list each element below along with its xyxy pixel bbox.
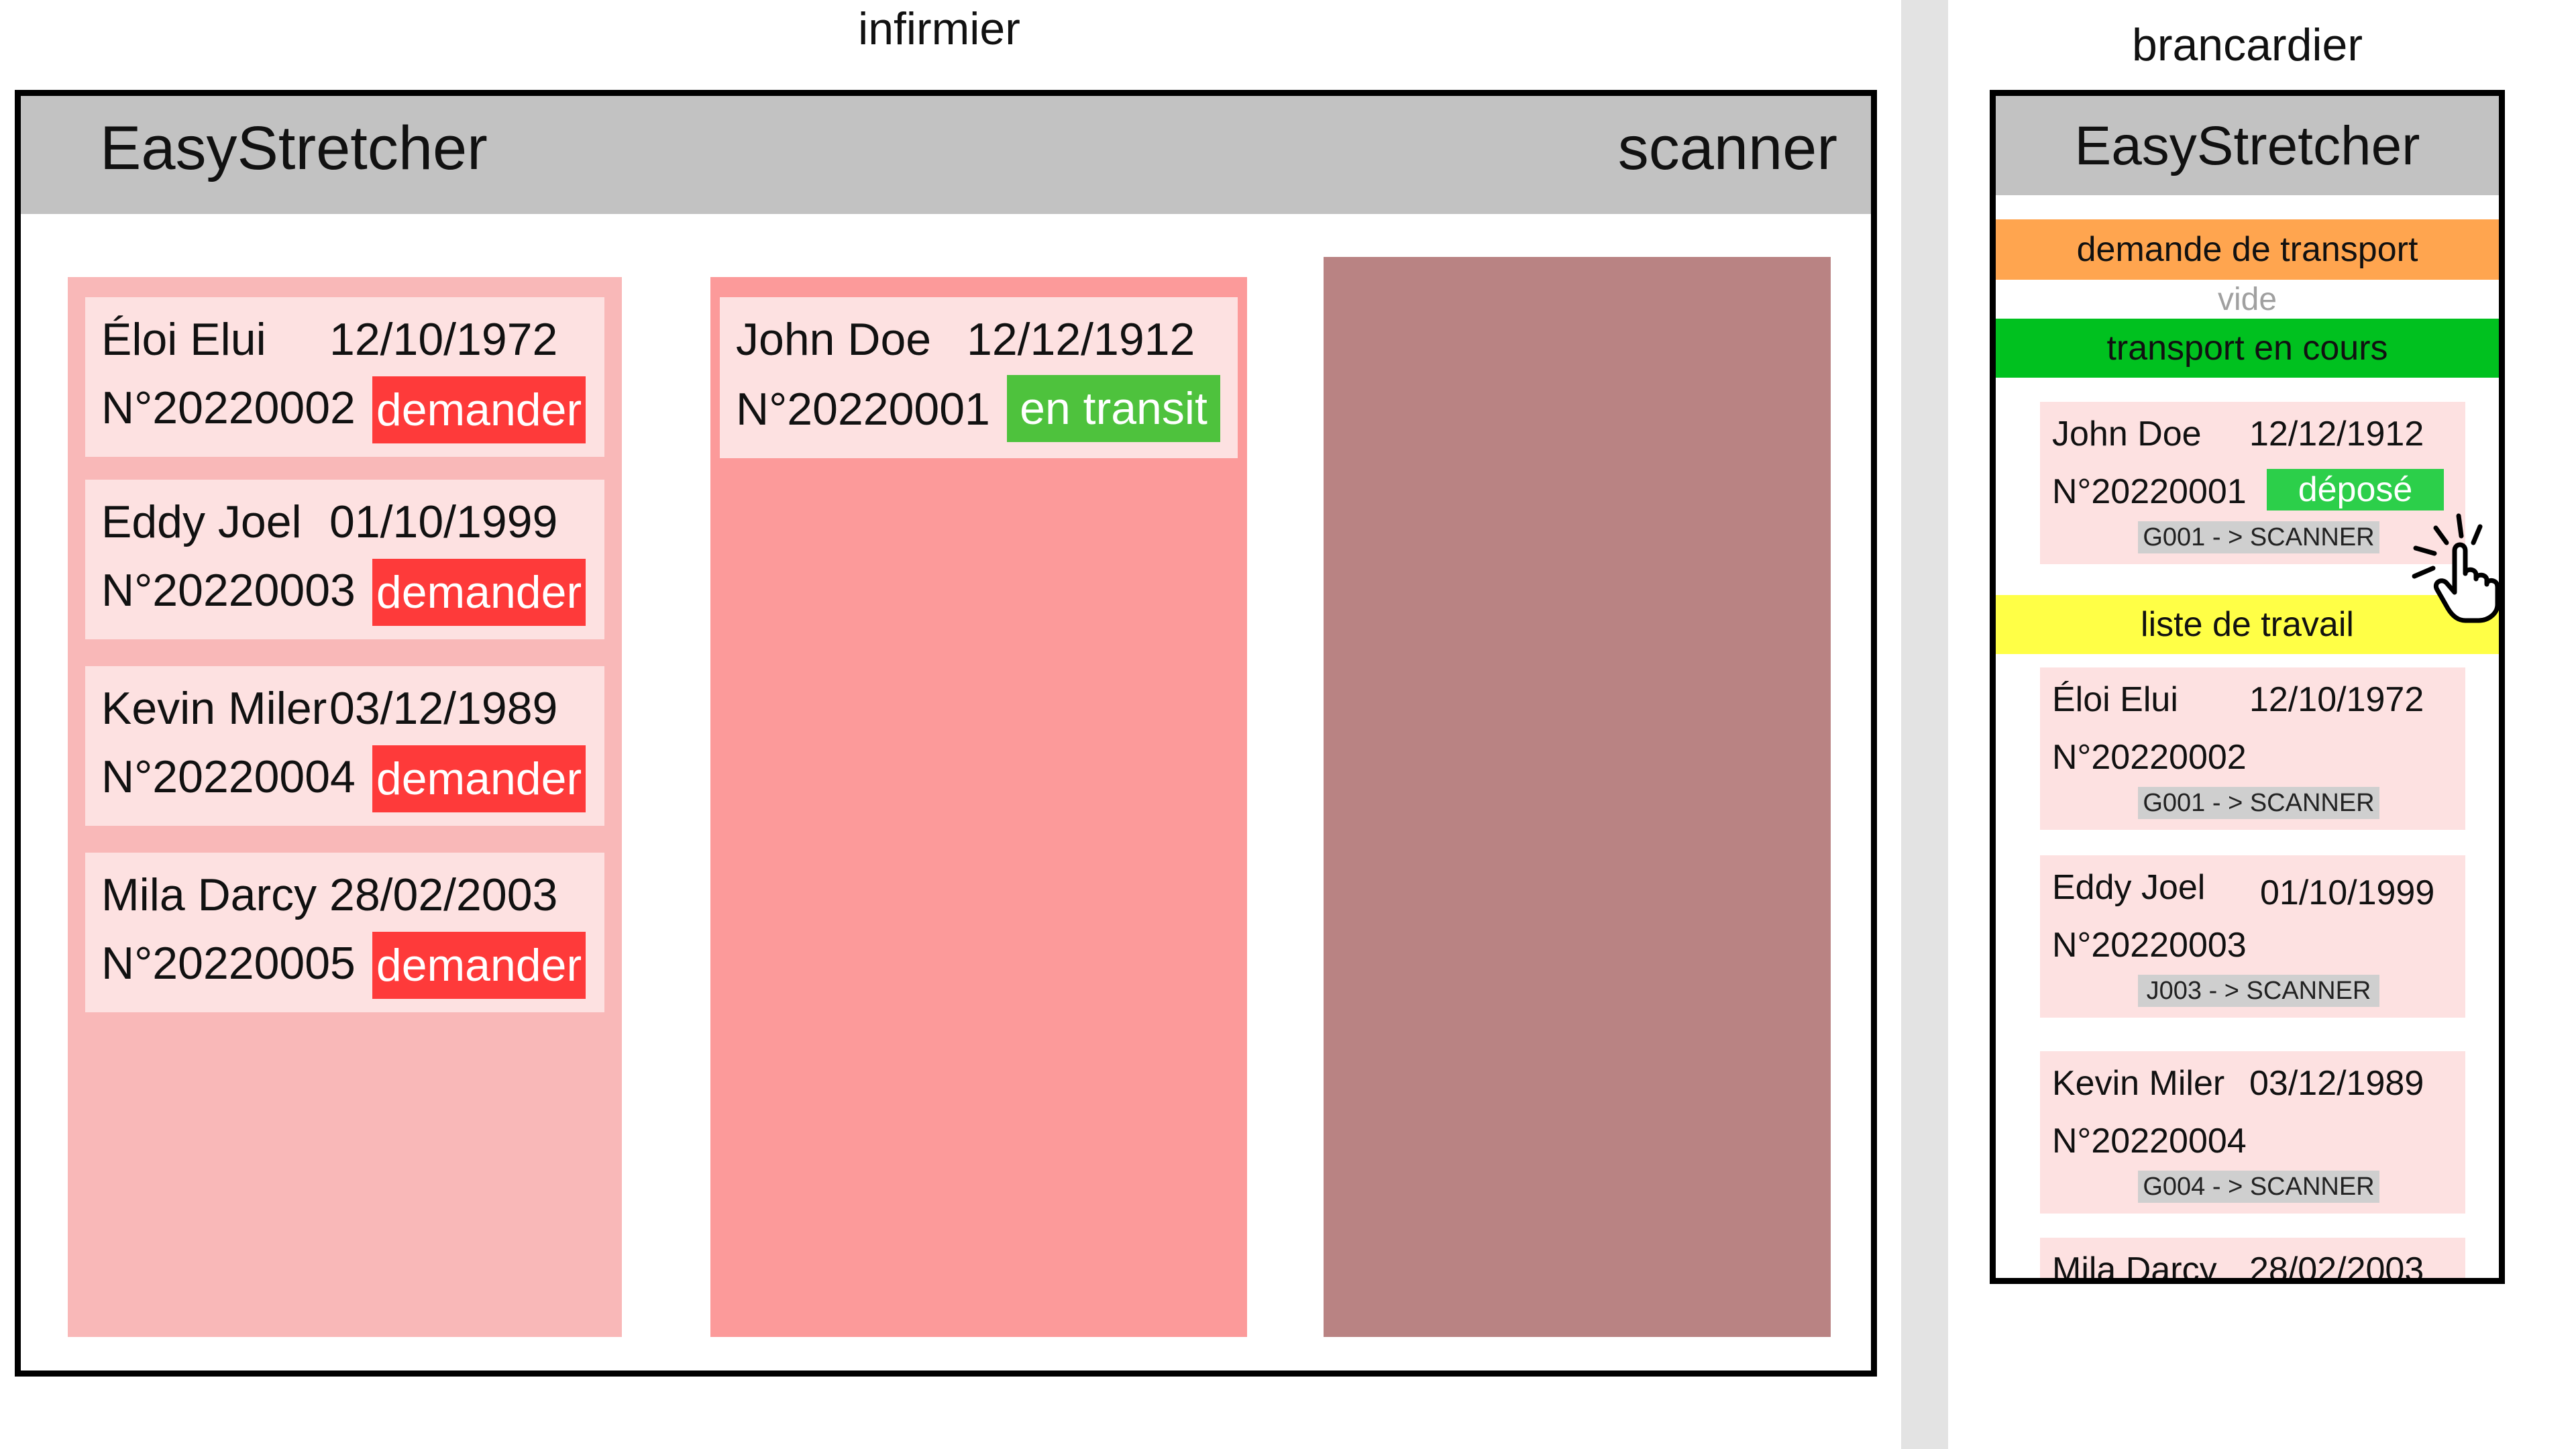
patient-name: Kevin Miler [101, 683, 327, 734]
patient-number: N°20220004 [2052, 1122, 2247, 1161]
patient-number: N°20220002 [2052, 738, 2247, 777]
route-badge: G001 - > SCANNER [2138, 787, 2379, 819]
patient-card: Kevin Miler 03/12/1989 N°20220004 demand… [85, 666, 604, 826]
patient-name: Kevin Miler [2052, 1064, 2225, 1103]
patient-dob: 03/12/1989 [2249, 1064, 2424, 1103]
request-button[interactable]: demander [372, 932, 586, 999]
worklist-card[interactable]: Éloi Elui 12/10/1972 N°20220002 G001 - >… [2040, 667, 2465, 830]
route-badge: G004 - > SCANNER [2138, 1171, 2379, 1203]
patient-card: John Doe 12/12/1912 N°20220001 en transi… [720, 297, 1238, 458]
patient-number: N°20220001 [736, 384, 990, 435]
patient-dob: 01/10/1999 [2260, 873, 2435, 912]
app-title: EasyStretcher [2074, 115, 2420, 176]
patient-name: Éloi Elui [2052, 680, 2178, 719]
request-button[interactable]: demander [372, 745, 586, 812]
patient-card: Éloi Elui 12/10/1972 N°20220002 demander [85, 297, 604, 457]
patient-number: N°20220004 [101, 751, 356, 802]
bearer-app-window: EasyStretcher demande de transport vide … [1990, 90, 2505, 1284]
patient-name: Éloi Elui [101, 314, 266, 365]
patient-name: John Doe [736, 314, 932, 365]
column-to-request: Éloi Elui 12/10/1972 N°20220002 demander… [68, 277, 622, 1337]
patient-name: Eddy Joel [2052, 868, 2206, 907]
patient-dob: 28/02/2003 [329, 869, 558, 920]
route-badge: J003 - > SCANNER [2138, 975, 2379, 1007]
patient-name: John Doe [2052, 415, 2202, 453]
patient-dob: 12/12/1912 [967, 314, 1195, 365]
worklist-card[interactable]: Mila Darcy 28/02/2003 [2040, 1238, 2465, 1284]
patient-number: N°20220003 [101, 565, 356, 616]
patient-dob: 01/10/1999 [329, 496, 558, 547]
patient-number: N°20220003 [2052, 926, 2247, 965]
tap-cursor-icon [2412, 513, 2499, 623]
patient-dob: 03/12/1989 [329, 683, 558, 734]
patient-number: N°20220005 [101, 938, 356, 989]
transport-request-section: demande de transport [1996, 219, 2499, 280]
patient-dob: 12/12/1912 [2249, 415, 2424, 453]
request-button[interactable]: demander [372, 376, 586, 443]
empty-state-label: vide [2217, 282, 2277, 317]
app-title: EasyStretcher [100, 114, 488, 182]
nurse-app-window: EasyStretcher scanner Éloi Elui 12/10/19… [15, 90, 1877, 1377]
patient-name: Eddy Joel [101, 496, 302, 547]
nurse-app-header: EasyStretcher scanner [21, 96, 1871, 214]
route-badge: G001 - > SCANNER [2138, 521, 2379, 553]
column-in-transit: John Doe 12/12/1912 N°20220001 en transi… [710, 277, 1247, 1337]
patient-name: Mila Darcy [101, 869, 317, 920]
request-button[interactable]: demander [372, 559, 586, 626]
transport-in-progress-section: transport en cours [1996, 319, 2499, 378]
patient-card: Eddy Joel 01/10/1999 N°20220003 demander [85, 480, 604, 639]
patient-dob: 28/02/2003 [2249, 1250, 2424, 1284]
patient-dob: 12/10/1972 [329, 314, 558, 365]
status-badge: en transit [1007, 375, 1220, 442]
nurse-section-title: infirmier [858, 3, 1020, 54]
bearer-app-header: EasyStretcher [1996, 96, 2499, 195]
section-divider [1901, 0, 1948, 1449]
worklist-card[interactable]: Kevin Miler 03/12/1989 N°20220004 G004 -… [2040, 1051, 2465, 1214]
location-label: scanner [1617, 114, 1837, 182]
patient-card: Mila Darcy 28/02/2003 N°20220005 demande… [85, 853, 604, 1012]
patient-dob: 12/10/1972 [2249, 680, 2424, 719]
transport-card: John Doe 12/12/1912 N°20220001 déposé G0… [2040, 402, 2465, 564]
patient-number: N°20220001 [2052, 472, 2247, 511]
worklist-card[interactable]: Eddy Joel 01/10/1999 N°20220003 J003 - >… [2040, 855, 2465, 1018]
column-arrived [1324, 257, 1831, 1337]
patient-name: Mila Darcy [2052, 1250, 2217, 1284]
patient-number: N°20220002 [101, 382, 356, 433]
dropped-off-button[interactable]: déposé [2267, 469, 2444, 511]
bearer-section-title: brancardier [2132, 19, 2363, 70]
